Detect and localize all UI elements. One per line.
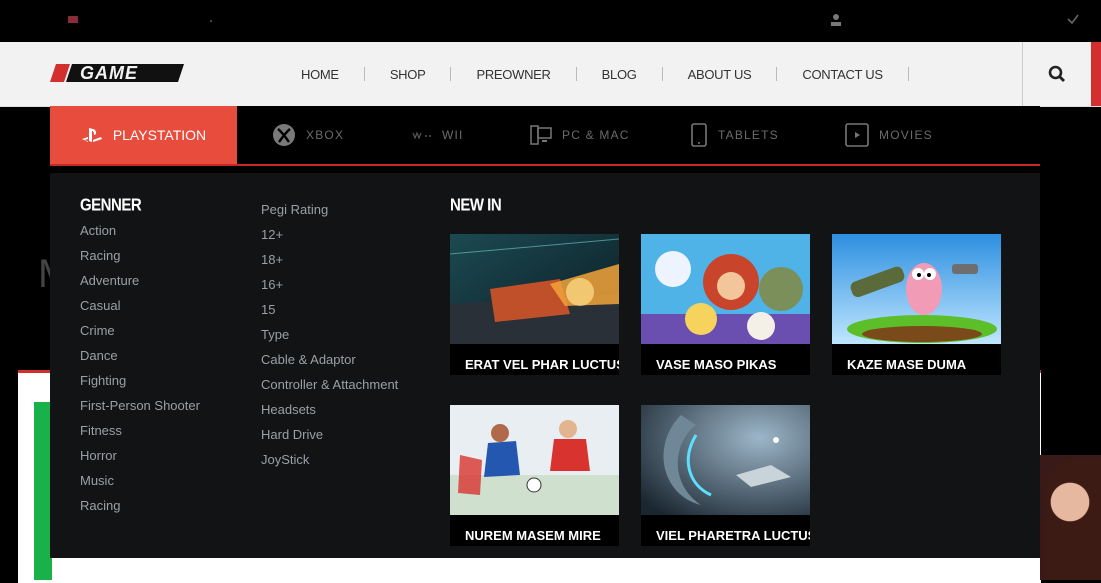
product-title: NUREM MASEM MIRE [465, 528, 601, 543]
filter-link[interactable]: Headsets [261, 397, 398, 422]
mega-menu: GENNER Action Racing Adventure Casual Cr… [50, 173, 1040, 558]
nav-separator [363, 67, 365, 81]
pc-mac-icon [530, 125, 552, 145]
nav-separator [907, 67, 909, 81]
tab-label: WII [442, 128, 464, 142]
site-logo[interactable]: GAME [48, 56, 188, 90]
tab-label: PC & MAC [562, 128, 630, 142]
tab-pc-mac[interactable]: PC & MAC [530, 106, 630, 164]
nav-contact-us[interactable]: CONTACT US [786, 67, 898, 82]
movie-icon [845, 123, 869, 147]
genre-link[interactable]: Action [80, 218, 200, 243]
tab-movies[interactable]: MOVIES [845, 106, 933, 164]
tab-playstation[interactable]: PLAYSTATION [50, 106, 237, 164]
tab-label: PLAYSTATION [112, 127, 207, 143]
genre-column: GENNER Action Racing Adventure Casual Cr… [80, 195, 200, 518]
search-icon [1048, 65, 1065, 82]
tab-wii[interactable]: WII [412, 106, 464, 164]
product-image [449, 234, 620, 344]
filter-link[interactable]: Pegi Rating [261, 197, 398, 222]
genre-link[interactable]: Fighting [80, 368, 200, 393]
product-title: VASE MASO PIKAS [656, 357, 777, 372]
product-card[interactable]: NUREM MASEM MIRE [450, 405, 619, 546]
product-title: VIEL PHARETRA LUCTUS [656, 528, 810, 543]
nav-home[interactable]: HOME [285, 67, 355, 82]
filter-link[interactable]: Type [261, 322, 398, 347]
filter-link[interactable]: JoyStick [261, 447, 398, 472]
background-character-image [1046, 460, 1101, 580]
filter-link[interactable]: 15 [261, 297, 398, 322]
genre-link[interactable]: Adventure [80, 268, 200, 293]
top-bar [0, 0, 1101, 42]
tab-label: XBOX [306, 128, 345, 142]
header-accent [1091, 42, 1101, 106]
nav-separator [450, 67, 452, 81]
main-nav: HOME SHOP PREOWNER BLOG ABOUT US CONTACT… [285, 42, 918, 106]
search-button[interactable] [1022, 42, 1091, 106]
tab-label: MOVIES [879, 128, 933, 142]
nav-preowner[interactable]: PREOWNER [460, 67, 566, 82]
product-title: ERAT VEL PHAR LUCTUS [465, 357, 619, 372]
product-image [641, 234, 810, 344]
genre-link[interactable]: Racing [80, 243, 200, 268]
filter-link[interactable]: Controller & Attachment [261, 372, 398, 397]
tablet-icon [691, 123, 707, 147]
genre-title: GENNER [80, 195, 142, 216]
new-in-title: NEW IN [450, 195, 502, 216]
nav-separator [575, 67, 577, 81]
separator-dot [210, 20, 212, 22]
product-image [641, 405, 810, 515]
platform-tabs: PLAYSTATION XBOX WII PC & MAC TABLETS MO… [50, 106, 1040, 166]
filter-link[interactable]: 16+ [261, 272, 398, 297]
user-icon[interactable] [830, 13, 842, 27]
product-title: KAZE MASE DUMA [847, 357, 967, 372]
genre-link[interactable]: Horror [80, 443, 200, 468]
wii-icon [412, 131, 431, 139]
product-card[interactable]: KAZE MASE DUMA [832, 234, 1001, 375]
nav-about-us[interactable]: ABOUT US [672, 67, 768, 82]
nav-separator [661, 67, 663, 81]
nav-blog[interactable]: BLOG [586, 67, 653, 82]
genre-link[interactable]: Music [80, 468, 200, 493]
tab-tablets[interactable]: TABLETS [690, 106, 779, 164]
filter-link[interactable]: 18+ [261, 247, 398, 272]
playstation-icon [81, 128, 102, 142]
genre-link[interactable]: Racing [80, 493, 200, 518]
svg-text:GAME: GAME [80, 63, 138, 83]
new-in-column: NEW IN [450, 195, 502, 218]
checkmark-icon[interactable] [1067, 13, 1079, 25]
filter-link[interactable]: 12+ [261, 222, 398, 247]
genre-link[interactable]: First-Person Shooter [80, 393, 200, 418]
product-image [450, 405, 619, 515]
tab-xbox[interactable]: XBOX [272, 106, 344, 164]
filter-column: Pegi Rating 12+ 18+ 16+ 15 Type Cable & … [261, 197, 398, 472]
xbox-icon [273, 124, 295, 146]
flag-icon[interactable] [68, 16, 78, 23]
genre-link[interactable]: Dance [80, 343, 200, 368]
product-card[interactable]: ERAT VEL PHAR LUCTUS [449, 234, 620, 375]
site-header: GAME HOME SHOP PREOWNER BLOG ABOUT US CO… [0, 42, 1101, 107]
product-card[interactable]: VASE MASO PIKAS [641, 234, 810, 375]
nav-separator [776, 67, 778, 81]
genre-link[interactable]: Casual [80, 293, 200, 318]
genre-link[interactable]: Fitness [80, 418, 200, 443]
nav-shop[interactable]: SHOP [374, 67, 442, 82]
product-image [832, 234, 1001, 344]
tab-label: TABLETS [718, 128, 779, 142]
product-card[interactable]: VIEL PHARETRA LUCTUS [641, 405, 810, 546]
genre-link[interactable]: Crime [80, 318, 200, 343]
filter-link[interactable]: Cable & Adaptor [261, 347, 398, 372]
filter-link[interactable]: Hard Drive [261, 422, 398, 447]
